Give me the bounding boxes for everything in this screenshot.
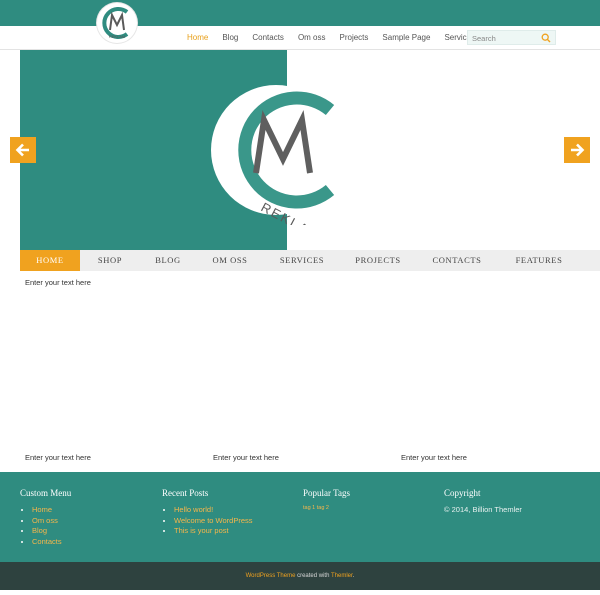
themler-link[interactable]: Themler — [331, 573, 353, 579]
menu-om-oss[interactable]: OM OSS — [196, 250, 264, 271]
top-bar — [0, 0, 600, 26]
footer-custom-menu: Custom Menu Home Om oss Blog Contacts — [20, 488, 160, 547]
menu-services[interactable]: SERVICES — [264, 250, 340, 271]
credits-end: . — [352, 573, 355, 579]
menu-contacts[interactable]: CONTACTS — [416, 250, 498, 271]
nav-om-oss[interactable]: Om oss — [291, 33, 333, 43]
tag-cloud[interactable]: tag 1 tag 2 — [303, 505, 443, 511]
recent-post-link[interactable]: Hello world! — [174, 505, 302, 516]
footer-heading: Recent Posts — [162, 488, 209, 498]
nav-projects[interactable]: Projects — [333, 33, 376, 43]
main-content-text: Enter your text here — [25, 278, 91, 287]
search-input[interactable] — [472, 33, 537, 43]
footer: Custom Menu Home Om oss Blog Contacts Re… — [0, 472, 600, 562]
credits: WordPress Theme created with Themler. — [0, 562, 600, 590]
hero-logo-icon: REKLAM — [211, 85, 341, 225]
svg-text:REKLAM: REKLAM — [109, 34, 125, 39]
column-1-text: Enter your text here — [25, 453, 91, 462]
main-nav: Home Blog Contacts Om oss Projects Sampl… — [180, 33, 482, 43]
recent-post-link[interactable]: This is your post — [174, 526, 302, 537]
footer-menu-item[interactable]: Om oss — [32, 516, 160, 527]
column-2-text: Enter your text here — [213, 453, 279, 462]
slider-next-button[interactable] — [564, 137, 590, 163]
nav-home[interactable]: Home — [180, 33, 215, 43]
menu-home[interactable]: HOME — [20, 250, 80, 271]
menu-features[interactable]: FEATURES — [498, 250, 580, 271]
secondary-menu: HOME SHOP BLOG OM OSS SERVICES PROJECTS … — [20, 250, 600, 271]
footer-menu-item[interactable]: Blog — [32, 526, 160, 537]
search-icon[interactable] — [541, 33, 551, 43]
footer-menu-item[interactable]: Contacts — [32, 537, 160, 548]
nav-blog[interactable]: Blog — [215, 33, 245, 43]
slider-prev-button[interactable] — [10, 137, 36, 163]
copyright-text: © 2014, Billion Themler — [444, 505, 522, 514]
footer-heading: Copyright — [444, 488, 481, 498]
footer-copyright: Copyright © 2014, Billion Themler — [444, 488, 584, 514]
menu-shop[interactable]: SHOP — [80, 250, 140, 271]
menu-projects[interactable]: PROJECTS — [340, 250, 416, 271]
nav-contacts[interactable]: Contacts — [245, 33, 291, 43]
arrow-left-icon — [15, 143, 29, 157]
column-3-text: Enter your text here — [401, 453, 467, 462]
footer-menu-item[interactable]: Home — [32, 505, 160, 516]
footer-popular-tags: Popular Tags tag 1 tag 2 — [303, 488, 443, 511]
hero-slider: REKLAM — [20, 50, 600, 250]
recent-post-link[interactable]: Welcome to WordPress — [174, 516, 302, 527]
search-box — [467, 30, 556, 45]
footer-heading: Custom Menu — [20, 488, 72, 498]
wordpress-theme-link[interactable]: WordPress Theme — [246, 573, 296, 579]
arrow-right-icon — [571, 143, 585, 157]
page: REKLAM Home Blog Contacts Om oss Project… — [0, 0, 600, 595]
logo-icon: REKLAM — [102, 7, 129, 39]
footer-heading: Popular Tags — [303, 488, 350, 498]
bottom-bar: WordPress Theme created with Themler. — [0, 562, 600, 590]
site-logo[interactable]: REKLAM — [97, 3, 137, 43]
nav-sample-page[interactable]: Sample Page — [375, 33, 437, 43]
footer-recent-posts: Recent Posts Hello world! Welcome to Wor… — [162, 488, 302, 537]
credits-text: created with — [295, 573, 331, 579]
menu-blog[interactable]: BLOG — [140, 250, 196, 271]
